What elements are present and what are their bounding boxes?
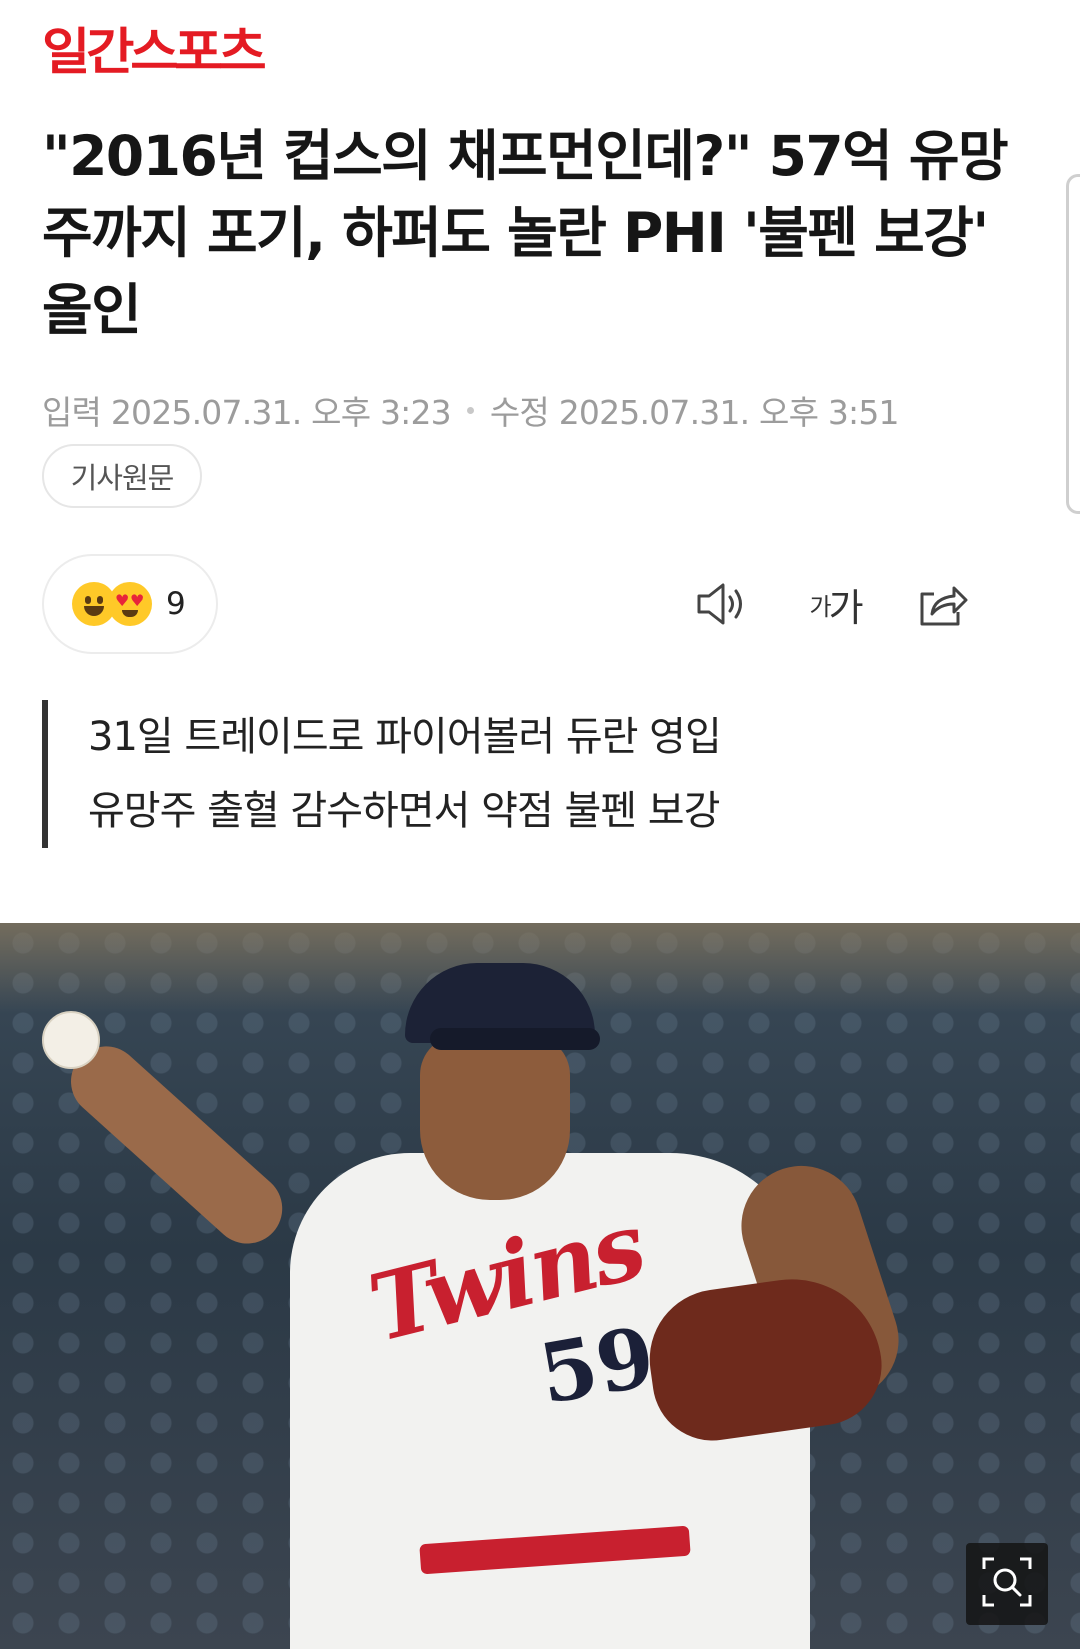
logo-text: 일간스포츠 <box>42 23 267 81</box>
baseball <box>42 1011 100 1069</box>
meta-separator <box>466 406 474 414</box>
site-logo[interactable]: 일간스포츠 <box>42 18 267 81</box>
article-photo[interactable]: Twins 59 <box>0 923 1080 1649</box>
share-icon <box>916 580 968 628</box>
side-scroll-handle[interactable] <box>1066 174 1080 514</box>
article-headline: "2016년 컵스의 채프먼인데?" 57억 유망주까지 포기, 하퍼도 놀란 … <box>42 124 1009 342</box>
published-label: 입력 <box>42 393 102 432</box>
updated-date: 2025.07.31. 오후 3:51 <box>558 393 900 432</box>
summary-line: 31일 트레이드로 파이어볼러 듀란 영입 <box>88 714 722 760</box>
font-size-large-label: 가 <box>828 585 864 630</box>
zoom-search-icon <box>980 1555 1034 1613</box>
speaker-icon <box>695 581 749 627</box>
summary-line: 유망주 출혈 감수하면서 약점 불펜 보강 <box>88 788 720 834</box>
image-zoom-button[interactable] <box>966 1543 1048 1625</box>
reaction-count: 9 <box>166 586 186 622</box>
article-summary: 31일 트레이드로 파이어볼러 듀란 영입 유망주 출혈 감수하면서 약점 불펜… <box>42 700 722 848</box>
published-date: 2025.07.31. 오후 3:23 <box>110 393 452 432</box>
heart-eyes-emoji-icon: ♥ ♥ <box>108 582 152 626</box>
text-to-speech-button[interactable] <box>692 578 752 630</box>
reaction-button[interactable]: ♥ ♥ 9 <box>42 554 218 654</box>
article-meta: 입력 2025.07.31. 오후 3:23 수정 2025.07.31. 오후… <box>42 386 900 434</box>
share-button[interactable] <box>912 578 972 630</box>
font-size-small-label: 가 <box>809 592 831 621</box>
original-article-button[interactable]: 기사원문 <box>42 444 202 508</box>
font-size-button[interactable]: 가가 <box>800 578 870 630</box>
jersey-number: 59 <box>532 1308 662 1424</box>
pitcher-face <box>420 1035 570 1200</box>
updated-label: 수정 <box>489 393 550 432</box>
